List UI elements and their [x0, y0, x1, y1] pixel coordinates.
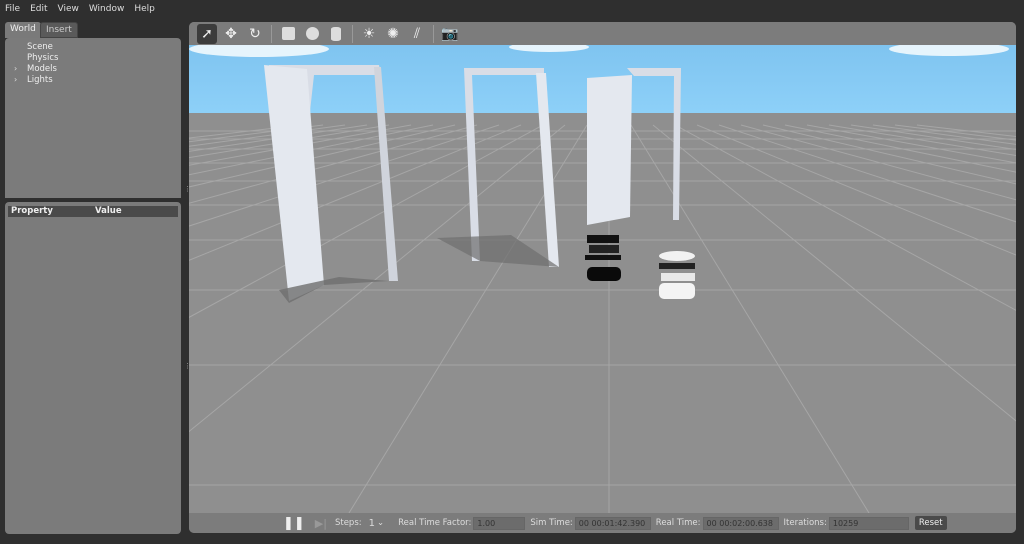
menu-edit[interactable]: Edit	[30, 4, 47, 14]
directional-light-icon[interactable]: ⫽	[407, 24, 427, 44]
menu-window[interactable]: Window	[89, 4, 125, 14]
world-tree: Scene Physics › Models › Lights	[5, 38, 181, 198]
divider	[352, 24, 353, 43]
tree-item-lights[interactable]: Lights	[27, 75, 53, 85]
real-time-field: 00 00:02:00.638	[702, 516, 779, 530]
property-column: Property	[11, 206, 53, 216]
steps-spinner[interactable]: 1	[369, 518, 375, 529]
menu-bar: File Edit View Window Help	[0, 0, 1024, 18]
robot-black	[585, 235, 621, 281]
tab-insert[interactable]: Insert	[40, 22, 78, 38]
iterations-label: Iterations:	[783, 518, 827, 528]
real-time-label: Real Time:	[655, 518, 701, 528]
step-icon[interactable]: ▶|	[315, 517, 327, 530]
tree-item-physics[interactable]: Physics	[27, 53, 58, 63]
splitter-handle[interactable]: ⋮	[184, 185, 191, 193]
3d-viewport[interactable]: ➚ ✥ ↻ ☀ ✺ ⫽ 📷 ❚❚ ▶| Steps: 1 ⌄ Real Time…	[189, 22, 1016, 533]
left-panel: World Insert Scene Physics › Models › Li…	[3, 20, 183, 534]
tree-item-scene[interactable]: Scene	[27, 42, 53, 52]
sim-time-field: 00 00:01:42.390	[574, 516, 651, 530]
translate-icon[interactable]: ✥	[221, 24, 241, 44]
scene-render[interactable]	[189, 45, 1016, 513]
pause-icon[interactable]: ❚❚	[283, 516, 305, 531]
sphere-icon[interactable]	[302, 24, 322, 44]
expand-arrow-icon[interactable]: ›	[14, 75, 17, 84]
select-arrow-icon[interactable]: ➚	[197, 23, 217, 44]
rtf-field: 1.00	[473, 516, 526, 530]
iterations-field: 10259	[828, 516, 909, 530]
simulation-bar: ❚❚ ▶| Steps: 1 ⌄ Real Time Factor: 1.00 …	[189, 513, 1016, 533]
splitter-handle[interactable]: ⋮	[184, 362, 191, 370]
divider	[433, 24, 434, 43]
rtf-label: Real Time Factor:	[398, 518, 472, 528]
robot-white	[659, 251, 695, 299]
menu-file[interactable]: File	[5, 4, 20, 14]
value-column: Value	[95, 206, 122, 216]
sim-time-label: Sim Time:	[530, 518, 573, 528]
chevron-down-icon[interactable]: ⌄	[377, 518, 384, 528]
cylinder-icon[interactable]	[326, 24, 346, 44]
box-icon[interactable]	[278, 24, 298, 44]
spot-light-icon[interactable]: ✺	[383, 24, 403, 44]
property-panel: Property Value	[5, 202, 181, 534]
menu-help[interactable]: Help	[134, 4, 155, 14]
toolbar: ➚ ✥ ↻ ☀ ✺ ⫽ 📷	[189, 22, 1016, 45]
menu-view[interactable]: View	[58, 4, 79, 14]
reset-button[interactable]: Reset	[914, 516, 947, 530]
tab-world[interactable]: World	[5, 22, 41, 38]
steps-label: Steps:	[334, 518, 362, 528]
divider	[271, 24, 272, 43]
screenshot-icon[interactable]: 📷	[440, 24, 460, 44]
point-light-icon[interactable]: ☀	[359, 24, 379, 44]
rotate-icon[interactable]: ↻	[245, 24, 265, 44]
tree-item-models[interactable]: Models	[27, 64, 57, 74]
expand-arrow-icon[interactable]: ›	[14, 64, 17, 73]
property-header: Property Value	[8, 206, 178, 217]
